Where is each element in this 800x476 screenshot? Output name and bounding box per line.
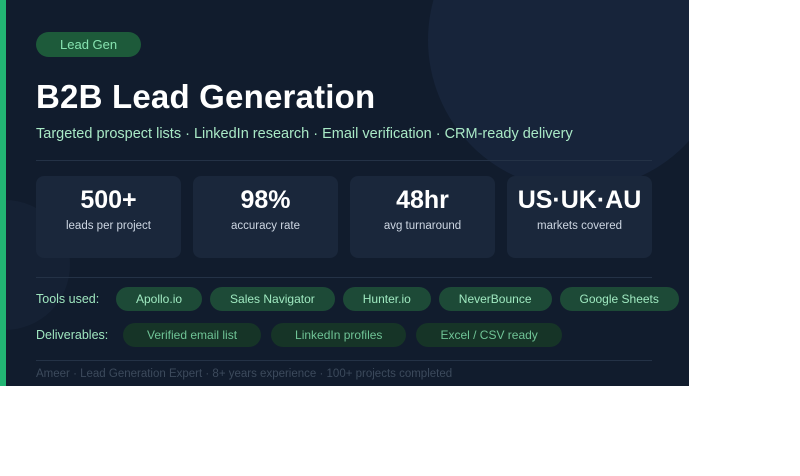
deliverables-chips: Verified email list LinkedIn profiles Ex…: [123, 323, 562, 347]
page-subtitle: Targeted prospect lists · LinkedIn resea…: [36, 126, 573, 142]
footer-credits: Ameer · Lead Generation Expert · 8+ year…: [36, 368, 453, 380]
stat-card-markets: US·UK·AU markets covered: [507, 176, 652, 258]
stat-label: avg turnaround: [383, 220, 462, 232]
deliverables-row: Deliverables: Verified email list Linked…: [36, 323, 562, 347]
deliverable-chip-excel-csv: Excel / CSV ready: [416, 323, 562, 347]
divider-bottom: [36, 360, 652, 361]
gig-card: Lead Gen B2B Lead Generation Targeted pr…: [0, 0, 689, 386]
stat-card-accuracy: 98% accuracy rate: [193, 176, 338, 258]
tools-chips: Apollo.io Sales Navigator Hunter.io Neve…: [116, 287, 679, 311]
tool-chip-google-sheets: Google Sheets: [559, 287, 679, 311]
stat-value: 48hr: [396, 186, 449, 214]
tools-row: Tools used: Apollo.io Sales Navigator Hu…: [36, 287, 679, 311]
tools-label: Tools used:: [36, 292, 100, 306]
decorative-circle: [428, 0, 689, 190]
divider-top: [36, 160, 652, 161]
stat-value: 98%: [240, 186, 291, 214]
tool-chip-neverbounce: NeverBounce: [438, 287, 552, 311]
stats-row: 500+ leads per project 98% accuracy rate…: [36, 176, 652, 258]
stat-label: markets covered: [536, 220, 622, 232]
deliverables-label: Deliverables:: [36, 328, 109, 342]
stat-card-turnaround: 48hr avg turnaround: [350, 176, 495, 258]
stat-label: accuracy rate: [230, 220, 301, 232]
stat-value: US·UK·AU: [517, 186, 642, 214]
stat-card-leads: 500+ leads per project: [36, 176, 181, 258]
page-title: B2B Lead Generation: [36, 78, 376, 115]
accent-bar: [0, 0, 6, 386]
stat-value: 500+: [80, 186, 137, 214]
tool-chip-apollo: Apollo.io: [116, 287, 203, 311]
tool-chip-sales-navigator: Sales Navigator: [210, 287, 335, 311]
stat-label: leads per project: [65, 220, 152, 232]
deliverable-chip-email-list: Verified email list: [123, 323, 262, 347]
tool-chip-hunter: Hunter.io: [342, 287, 431, 311]
divider-middle: [36, 277, 652, 278]
category-badge: Lead Gen: [36, 32, 142, 57]
deliverable-chip-linkedin-profiles: LinkedIn profiles: [271, 323, 407, 347]
